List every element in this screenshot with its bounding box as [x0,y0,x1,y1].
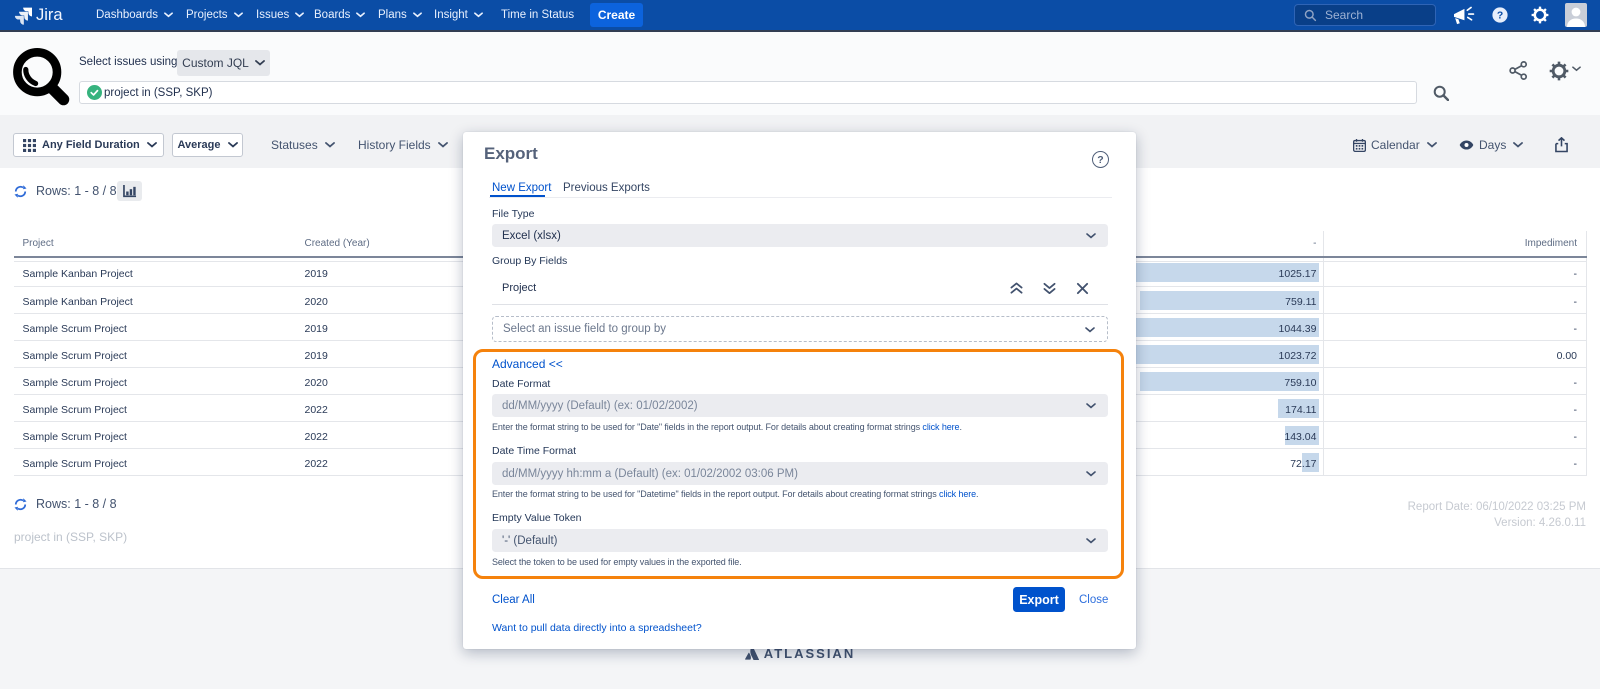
svg-text:?: ? [1497,11,1503,22]
